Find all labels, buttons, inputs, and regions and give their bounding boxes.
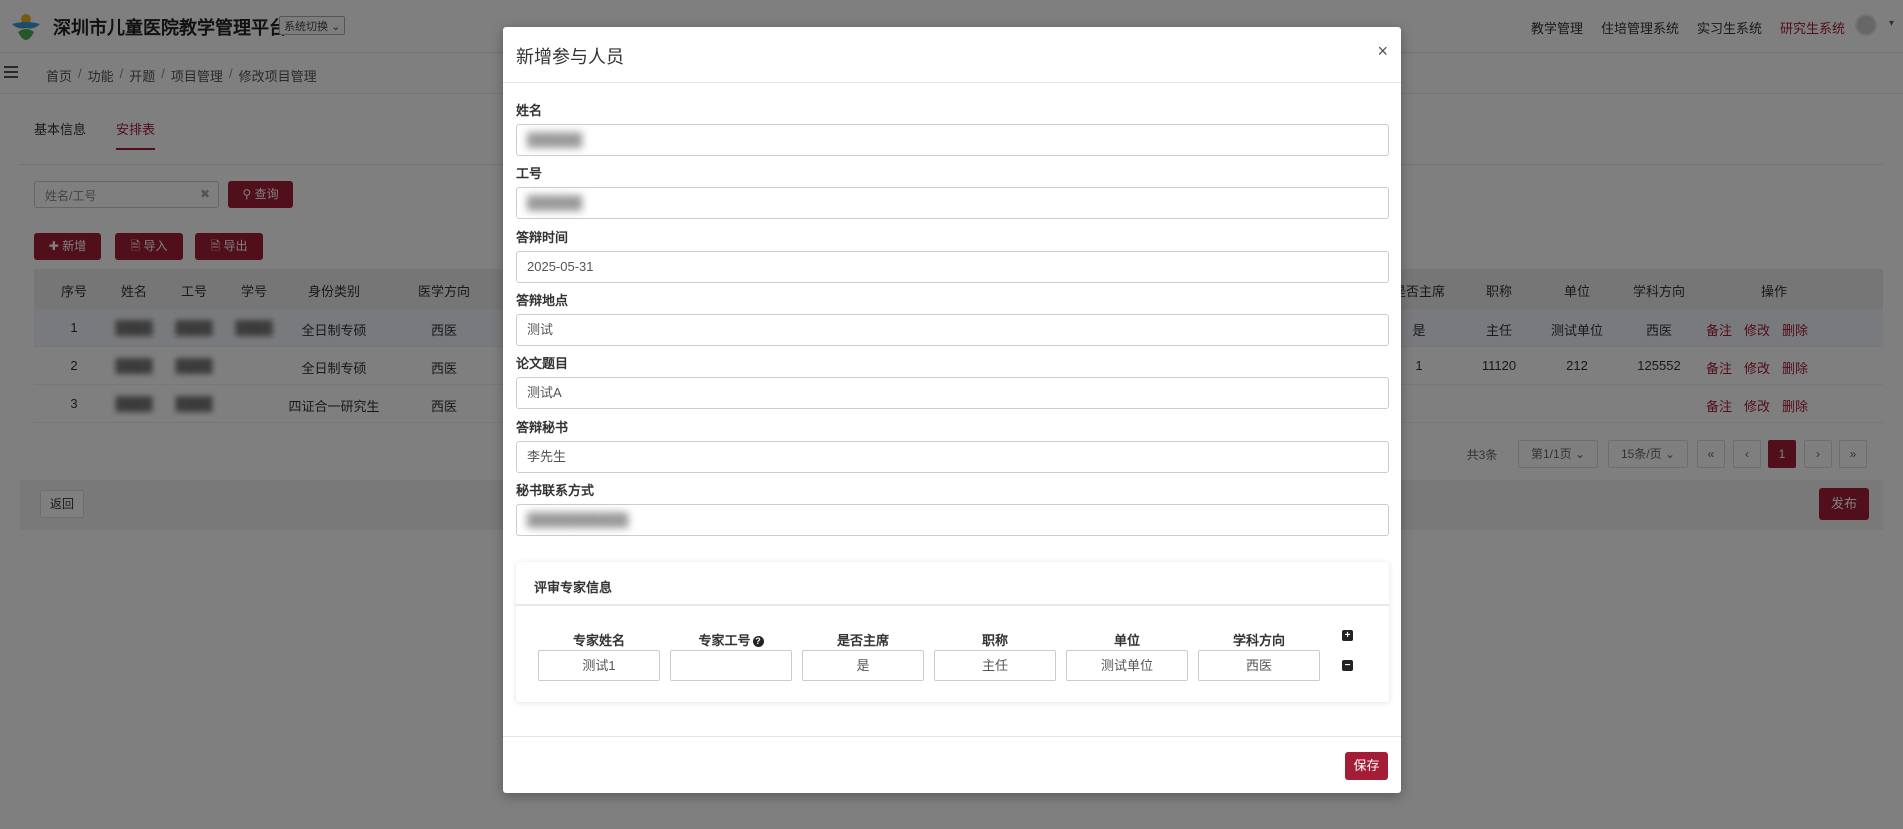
expert-chair-input[interactable]: 是 xyxy=(802,650,924,681)
modal-header: 新增参与人员 × xyxy=(503,27,1401,83)
expert-info-panel: 评审专家信息 专家姓名 专家工号? 是否主席 职称 单位 学科方向 + 测试1 … xyxy=(516,562,1389,702)
expert-col-unit: 单位 xyxy=(1113,633,1140,648)
secretary-field[interactable]: 李先生 xyxy=(516,441,1389,473)
expert-unit-input[interactable]: 测试单位 xyxy=(1066,650,1188,681)
staff-id-field[interactable]: ██████ xyxy=(516,187,1389,219)
defense-location-field[interactable]: 测试 xyxy=(516,314,1389,346)
staff-id-value: ██████ xyxy=(527,195,583,210)
expert-col-name: 专家姓名 xyxy=(572,633,625,648)
name-label: 姓名 xyxy=(516,103,543,118)
expert-col-staff-id-label: 专家工号 xyxy=(698,633,751,648)
name-field[interactable]: ██████ xyxy=(516,124,1389,156)
defense-location-value: 测试 xyxy=(527,322,554,337)
close-icon[interactable]: × xyxy=(1377,41,1388,62)
thesis-title-field[interactable]: 测试A xyxy=(516,377,1389,409)
save-button[interactable]: 保存 xyxy=(1345,752,1388,780)
defense-time-value: 2025-05-31 xyxy=(527,259,594,274)
modal-footer-divider xyxy=(503,736,1401,737)
secretary-contact-field[interactable]: ███████████ xyxy=(516,504,1389,536)
expert-section-title: 评审专家信息 xyxy=(534,580,613,595)
secretary-value: 李先生 xyxy=(527,449,567,464)
expert-col-staff-id: 专家工号? xyxy=(670,630,792,649)
expert-col-title: 职称 xyxy=(981,633,1008,648)
expert-title-input[interactable]: 主任 xyxy=(934,650,1056,681)
add-participant-dialog: 新增参与人员 × 姓名 ██████ 工号 ██████ 答辩时间 2025-0… xyxy=(503,27,1401,793)
modal-title: 新增参与人员 xyxy=(516,47,624,67)
add-row-icon[interactable]: + xyxy=(1342,630,1353,641)
secretary-contact-value: ███████████ xyxy=(527,512,629,527)
help-icon[interactable]: ? xyxy=(752,636,764,648)
remove-row-icon[interactable]: − xyxy=(1342,660,1353,671)
expert-col-chair: 是否主席 xyxy=(836,633,889,648)
staff-id-label: 工号 xyxy=(516,166,543,181)
thesis-title-label: 论文题目 xyxy=(516,356,569,371)
expert-staff-id-input[interactable] xyxy=(670,650,792,681)
expert-name-input[interactable]: 测试1 xyxy=(538,650,660,681)
defense-time-label: 答辩时间 xyxy=(516,230,569,245)
expert-subject-input[interactable]: 西医 xyxy=(1198,650,1320,681)
expert-divider xyxy=(516,604,1389,606)
name-value: ██████ xyxy=(527,132,583,147)
defense-time-field[interactable]: 2025-05-31 xyxy=(516,251,1389,283)
thesis-title-value: 测试A xyxy=(527,385,562,400)
secretary-contact-label: 秘书联系方式 xyxy=(516,483,595,498)
defense-location-label: 答辩地点 xyxy=(516,293,569,308)
expert-col-subject: 学科方向 xyxy=(1232,633,1285,648)
secretary-label: 答辩秘书 xyxy=(516,420,569,435)
